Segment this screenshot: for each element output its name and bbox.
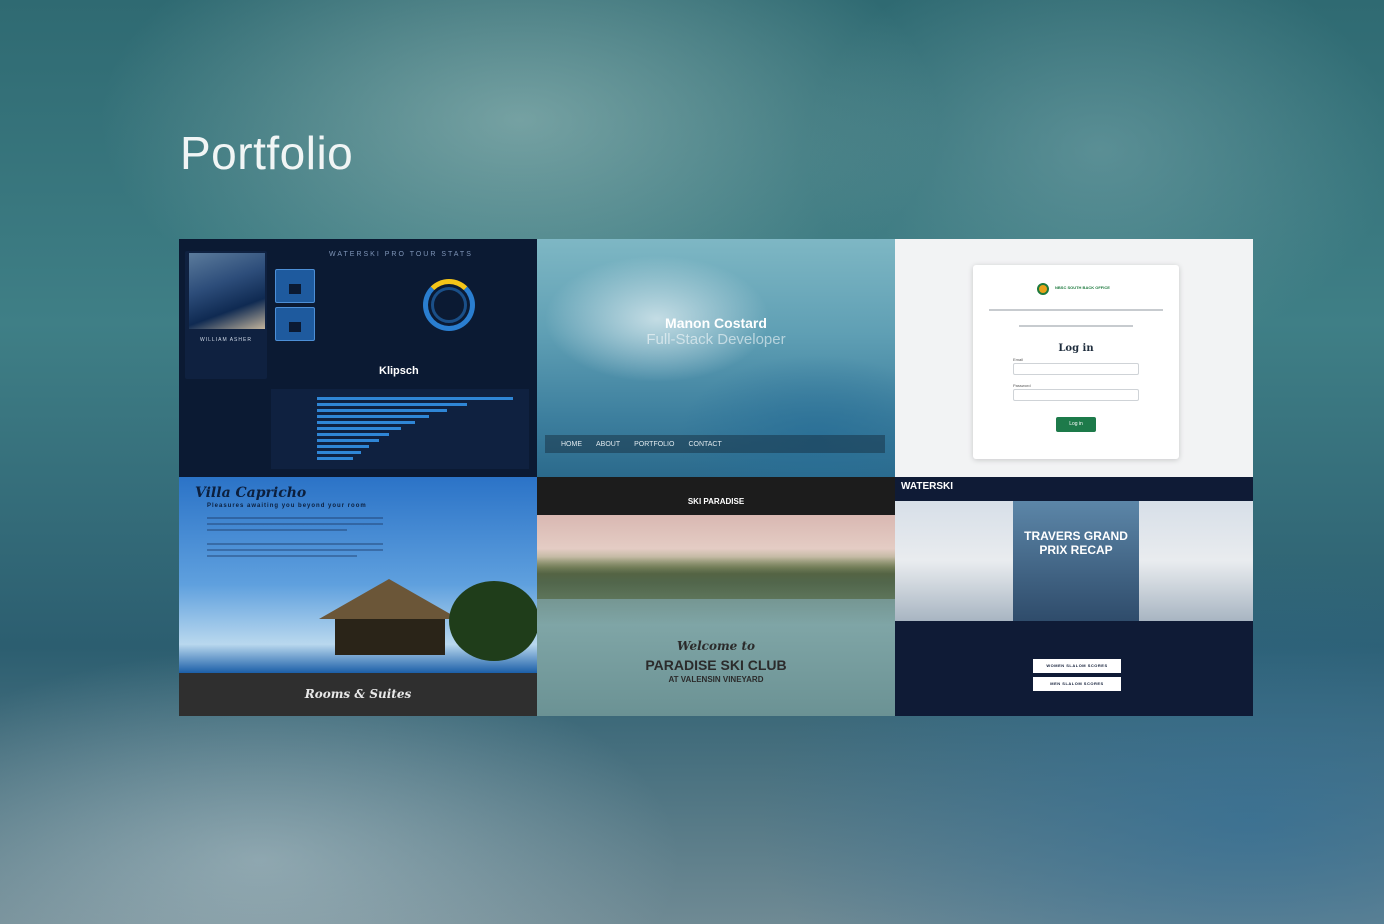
- stats-bar-chart: [271, 389, 529, 469]
- villa-roof: [319, 579, 459, 619]
- villa-body-text: [207, 529, 347, 531]
- sponsor-logo: Klipsch: [379, 365, 419, 377]
- portfolio-tile-villa-capricho[interactable]: Villa Capricho Pleasures awaiting you be…: [179, 477, 537, 716]
- page-title: Portfolio: [180, 127, 354, 179]
- stat-bar: [317, 397, 513, 400]
- nav-item-contact: CONTACT: [688, 440, 722, 448]
- brand-logo-icon: [1037, 283, 1049, 295]
- villa-footer: Rooms & Suites: [304, 687, 412, 701]
- men-scores-button: MEN SLALOM SCORES: [1033, 677, 1121, 691]
- villa-body-text: [207, 517, 383, 519]
- club-subtitle: AT VALENSIN VINEYARD: [668, 675, 764, 684]
- tree-line: [537, 557, 895, 599]
- stat-bar: [317, 415, 429, 418]
- email-field: [1013, 363, 1139, 375]
- stat-bar: [317, 451, 361, 454]
- athlete-name: WILLIAM ASHER: [200, 337, 252, 343]
- podium-photo: [1139, 501, 1253, 621]
- login-heading: Log in: [1058, 343, 1094, 354]
- club-name: PARADISE SKI CLUB: [645, 657, 787, 673]
- nav-item-portfolio: PORTFOLIO: [634, 440, 675, 448]
- women-scores-button: WOMEN SLALOM SCORES: [1033, 659, 1121, 673]
- villa-title: Villa Capricho: [195, 485, 307, 501]
- portfolio-tile-login-page[interactable]: NBSC SOUTH BACK OFFICE Log in Email Pass…: [895, 239, 1253, 477]
- athlete-card: WILLIAM ASHER: [185, 251, 267, 379]
- feature-photo: [1013, 501, 1139, 621]
- athlete-photo: [189, 253, 265, 329]
- hero-name: Manon Costard: [665, 315, 767, 331]
- nav-item-about: ABOUT: [596, 440, 621, 448]
- stat-bar: [317, 439, 379, 442]
- stat-bar: [317, 433, 389, 436]
- nav-item-home: HOME: [561, 440, 582, 448]
- leaderboard-box: [275, 307, 315, 341]
- stat-bar: [317, 421, 415, 424]
- portfolio-tile-personal-site[interactable]: Manon Costard Full-Stack Developer HOME …: [537, 239, 895, 477]
- site-nav: HOME ABOUT PORTFOLIO CONTACT: [545, 435, 885, 453]
- podium-photo: [895, 501, 1013, 621]
- villa-body-text: [207, 543, 383, 545]
- stats-ring-inner: [431, 287, 467, 323]
- villa-body-text: [207, 523, 383, 525]
- villa-hut: [335, 619, 445, 655]
- welcome-text: Welcome to: [676, 639, 756, 653]
- portfolio-tile-ski-paradise[interactable]: SKI PARADISE Welcome to PARADISE SKI CLU…: [537, 477, 895, 716]
- password-field: [1013, 389, 1139, 401]
- stat-bar: [317, 403, 467, 406]
- waterski-brand: WATERSKI: [901, 481, 954, 492]
- leaderboard-box: [275, 269, 315, 303]
- ski-logo: SKI PARADISE: [687, 497, 745, 506]
- dashboard-header: WATERSKI PRO TOUR STATS: [329, 251, 473, 258]
- notice-text: [989, 309, 1163, 311]
- login-button: Log in: [1056, 417, 1096, 432]
- portfolio-tile-stats-dashboard[interactable]: WATERSKI PRO TOUR STATS WILLIAM ASHER Kl…: [179, 239, 537, 477]
- stat-bar: [317, 445, 369, 448]
- villa-body-text: [207, 549, 383, 551]
- brand-name: NBSC SOUTH BACK OFFICE: [1055, 285, 1110, 290]
- password-label: Password: [1013, 383, 1031, 388]
- feature-title: TRAVERS GRAND PRIX RECAP: [1024, 529, 1128, 557]
- villa-tagline: Pleasures awaiting you beyond your room: [207, 503, 367, 509]
- email-label: Email: [1013, 357, 1024, 362]
- stat-bar: [317, 457, 353, 460]
- villa-palm: [449, 581, 537, 661]
- hero-role: Full-Stack Developer: [646, 331, 786, 348]
- login-card: NBSC SOUTH BACK OFFICE Log in Email Pass…: [973, 265, 1179, 459]
- notice-text: [1019, 325, 1133, 327]
- villa-body-text: [207, 555, 357, 557]
- stat-bar: [317, 409, 447, 412]
- portfolio-grid: WATERSKI PRO TOUR STATS WILLIAM ASHER Kl…: [179, 239, 1253, 716]
- stat-bar: [317, 427, 401, 430]
- portfolio-tile-waterski-tour[interactable]: WATERSKI TRAVERS GRAND PRIX RECAP WOMEN …: [895, 477, 1253, 716]
